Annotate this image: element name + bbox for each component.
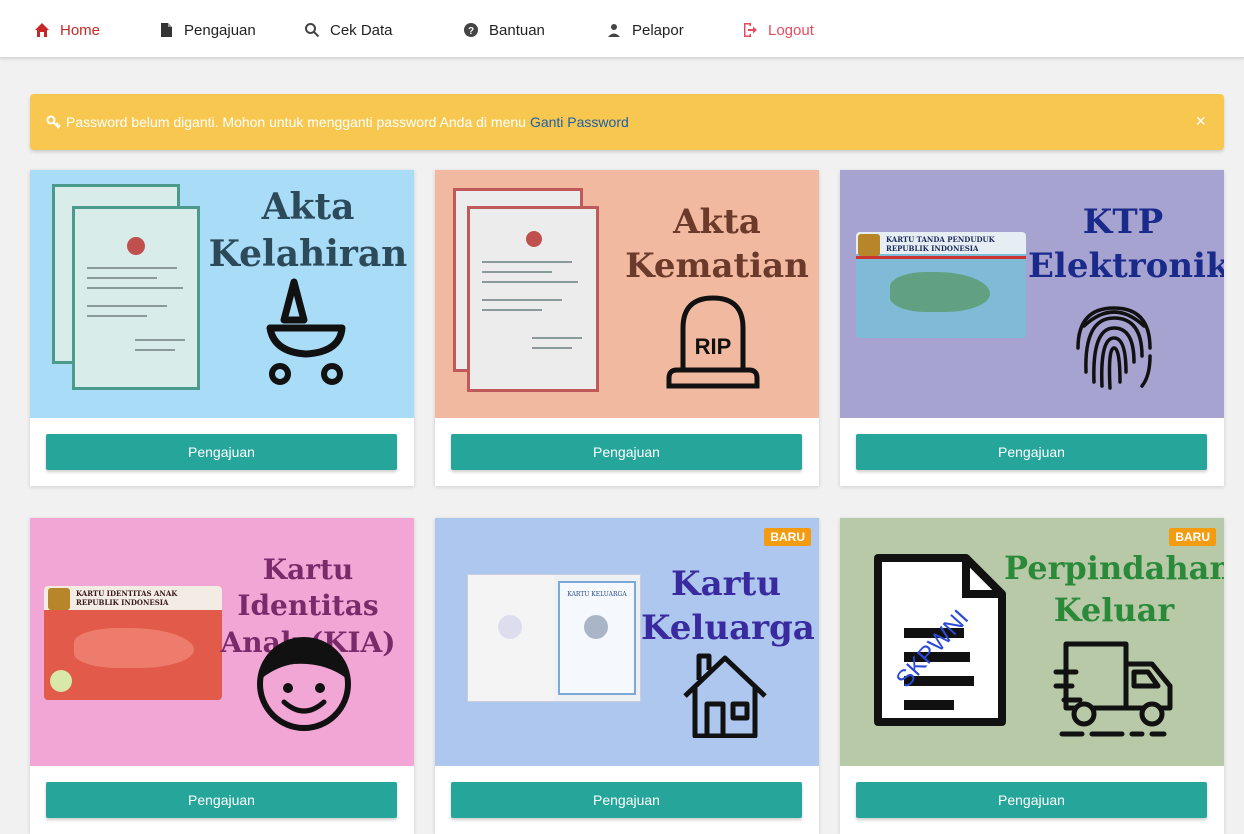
password-warning-alert: Password belum diganti. Mohon untuk meng… bbox=[30, 94, 1224, 150]
title-line-2: Elektronik bbox=[1028, 246, 1224, 287]
nav-bantuan-label: Bantuan bbox=[489, 21, 545, 39]
card-image-ktp-elektronik: KARTU TANDA PENDUDUK REPUBLIK INDONESIA … bbox=[840, 170, 1224, 418]
ktp-card-image: KARTU TANDA PENDUDUK REPUBLIK INDONESIA bbox=[856, 232, 1026, 338]
card-perpindahan-keluar: BARU SKPWNI Perpindahan Keluar Pengajuan bbox=[840, 518, 1224, 834]
tombstone-text: RIP bbox=[695, 334, 732, 359]
card-image-akta-kelahiran: Akta Kelahiran bbox=[30, 170, 414, 418]
card-title-ktp-elektronik: KTP Elektronik bbox=[1028, 200, 1224, 288]
card-kia: KARTU IDENTITAS ANAK REPUBLIK INDONESIA … bbox=[30, 518, 414, 834]
pengajuan-button-perpindahan-keluar[interactable]: Pengajuan bbox=[856, 782, 1207, 818]
card-title-perpindahan-keluar: Perpindahan Keluar bbox=[1004, 548, 1224, 631]
badge-baru: BARU bbox=[764, 528, 811, 546]
stroller-icon bbox=[266, 278, 346, 385]
title-line-2: Kematian bbox=[625, 246, 809, 287]
nav-home[interactable]: Home bbox=[34, 20, 100, 40]
nav-logout[interactable]: Logout bbox=[742, 20, 814, 40]
logout-icon bbox=[744, 23, 757, 37]
fingerprint-icon bbox=[1076, 306, 1152, 390]
card-kartu-keluarga: BARU KARTU KELUARGA Kartu Keluarga Penga… bbox=[435, 518, 819, 834]
pengajuan-button-akta-kematian[interactable]: Pengajuan bbox=[451, 434, 802, 470]
pengajuan-button-kartu-keluarga[interactable]: Pengajuan bbox=[451, 782, 802, 818]
alert-close-button[interactable]: × bbox=[1195, 111, 1206, 131]
title-line-1: KTP bbox=[1082, 202, 1164, 242]
kk-document-image: KARTU KELUARGA bbox=[467, 574, 641, 702]
home-icon bbox=[35, 23, 49, 37]
alert-message: Password belum diganti. Mohon untuk meng… bbox=[66, 114, 526, 130]
card-image-kartu-keluarga: BARU KARTU KELUARGA Kartu Keluarga bbox=[435, 518, 819, 766]
title-line-1: Perpindahan bbox=[1004, 549, 1224, 587]
title-line-1: Akta bbox=[673, 202, 761, 242]
top-navbar: Home Pengajuan Cek Data ? Bantuan Pelapo… bbox=[0, 0, 1244, 58]
nav-bantuan[interactable]: ? Bantuan bbox=[463, 20, 545, 40]
pengajuan-button-ktp-elektronik[interactable]: Pengajuan bbox=[856, 434, 1207, 470]
title-line-1: Kartu Identitas bbox=[237, 553, 379, 623]
nav-pelapor[interactable]: Pelapor bbox=[606, 20, 684, 40]
badge-baru: BARU bbox=[1169, 528, 1216, 546]
house-icon bbox=[683, 653, 767, 738]
card-ktp-elektronik: KARTU TANDA PENDUDUK REPUBLIK INDONESIA … bbox=[840, 170, 1224, 486]
title-line-1: Akta bbox=[261, 186, 355, 228]
ktp-card-text-1: KARTU TANDA PENDUDUK bbox=[886, 235, 995, 244]
nav-cek-data[interactable]: Cek Data bbox=[304, 20, 393, 40]
nav-pengajuan-label: Pengajuan bbox=[184, 21, 256, 39]
birth-certificate-doc-front bbox=[72, 206, 200, 390]
nav-logout-label: Logout bbox=[768, 21, 814, 39]
nav-cek-data-label: Cek Data bbox=[330, 21, 393, 39]
pengajuan-button-akta-kelahiran[interactable]: Pengajuan bbox=[46, 434, 397, 470]
death-certificate-doc-front bbox=[467, 206, 599, 392]
card-title-akta-kematian: Akta Kematian bbox=[619, 200, 815, 288]
key-icon bbox=[46, 115, 61, 129]
search-icon bbox=[305, 23, 320, 38]
user-icon bbox=[608, 24, 620, 37]
card-image-akta-kematian: Akta Kematian RIP bbox=[435, 170, 819, 418]
card-akta-kematian: Akta Kematian RIP Pengajuan bbox=[435, 170, 819, 486]
nav-pengajuan[interactable]: Pengajuan bbox=[158, 20, 256, 40]
nav-home-label: Home bbox=[60, 21, 101, 39]
card-title-akta-kelahiran: Akta Kelahiran bbox=[208, 184, 408, 278]
card-title-kartu-keluarga: Kartu Keluarga bbox=[641, 562, 815, 650]
change-password-link[interactable]: Ganti Password bbox=[530, 114, 629, 130]
truck-icon bbox=[1053, 641, 1173, 737]
title-line-1: Kartu bbox=[671, 564, 781, 604]
document-icon bbox=[161, 23, 172, 37]
title-line-2: Kelahiran bbox=[208, 232, 408, 275]
nav-pelapor-label: Pelapor bbox=[632, 21, 684, 39]
help-icon: ? bbox=[464, 23, 478, 37]
card-akta-kelahiran: Akta Kelahiran Pengajuan bbox=[30, 170, 414, 486]
card-image-kia: KARTU IDENTITAS ANAK REPUBLIK INDONESIA … bbox=[30, 518, 414, 766]
card-image-perpindahan-keluar: BARU SKPWNI Perpindahan Keluar bbox=[840, 518, 1224, 766]
pengajuan-button-kia[interactable]: Pengajuan bbox=[46, 782, 397, 818]
tombstone-icon: RIP bbox=[666, 295, 760, 389]
title-line-2: Keluarga bbox=[641, 608, 815, 649]
kia-card-image: KARTU IDENTITAS ANAK REPUBLIK INDONESIA bbox=[44, 586, 222, 700]
child-face-icon bbox=[257, 637, 351, 731]
skpwni-document-icon: SKPWNI bbox=[874, 554, 1006, 726]
ktp-card-text-2: REPUBLIK INDONESIA bbox=[886, 244, 979, 253]
svg-text:?: ? bbox=[468, 26, 474, 37]
kia-card-text-2: REPUBLIK INDONESIA bbox=[76, 598, 169, 607]
kk-document-text: KARTU KELUARGA bbox=[567, 591, 627, 598]
title-line-2: Keluar bbox=[1053, 590, 1175, 629]
kia-card-text-1: KARTU IDENTITAS ANAK bbox=[76, 589, 178, 598]
